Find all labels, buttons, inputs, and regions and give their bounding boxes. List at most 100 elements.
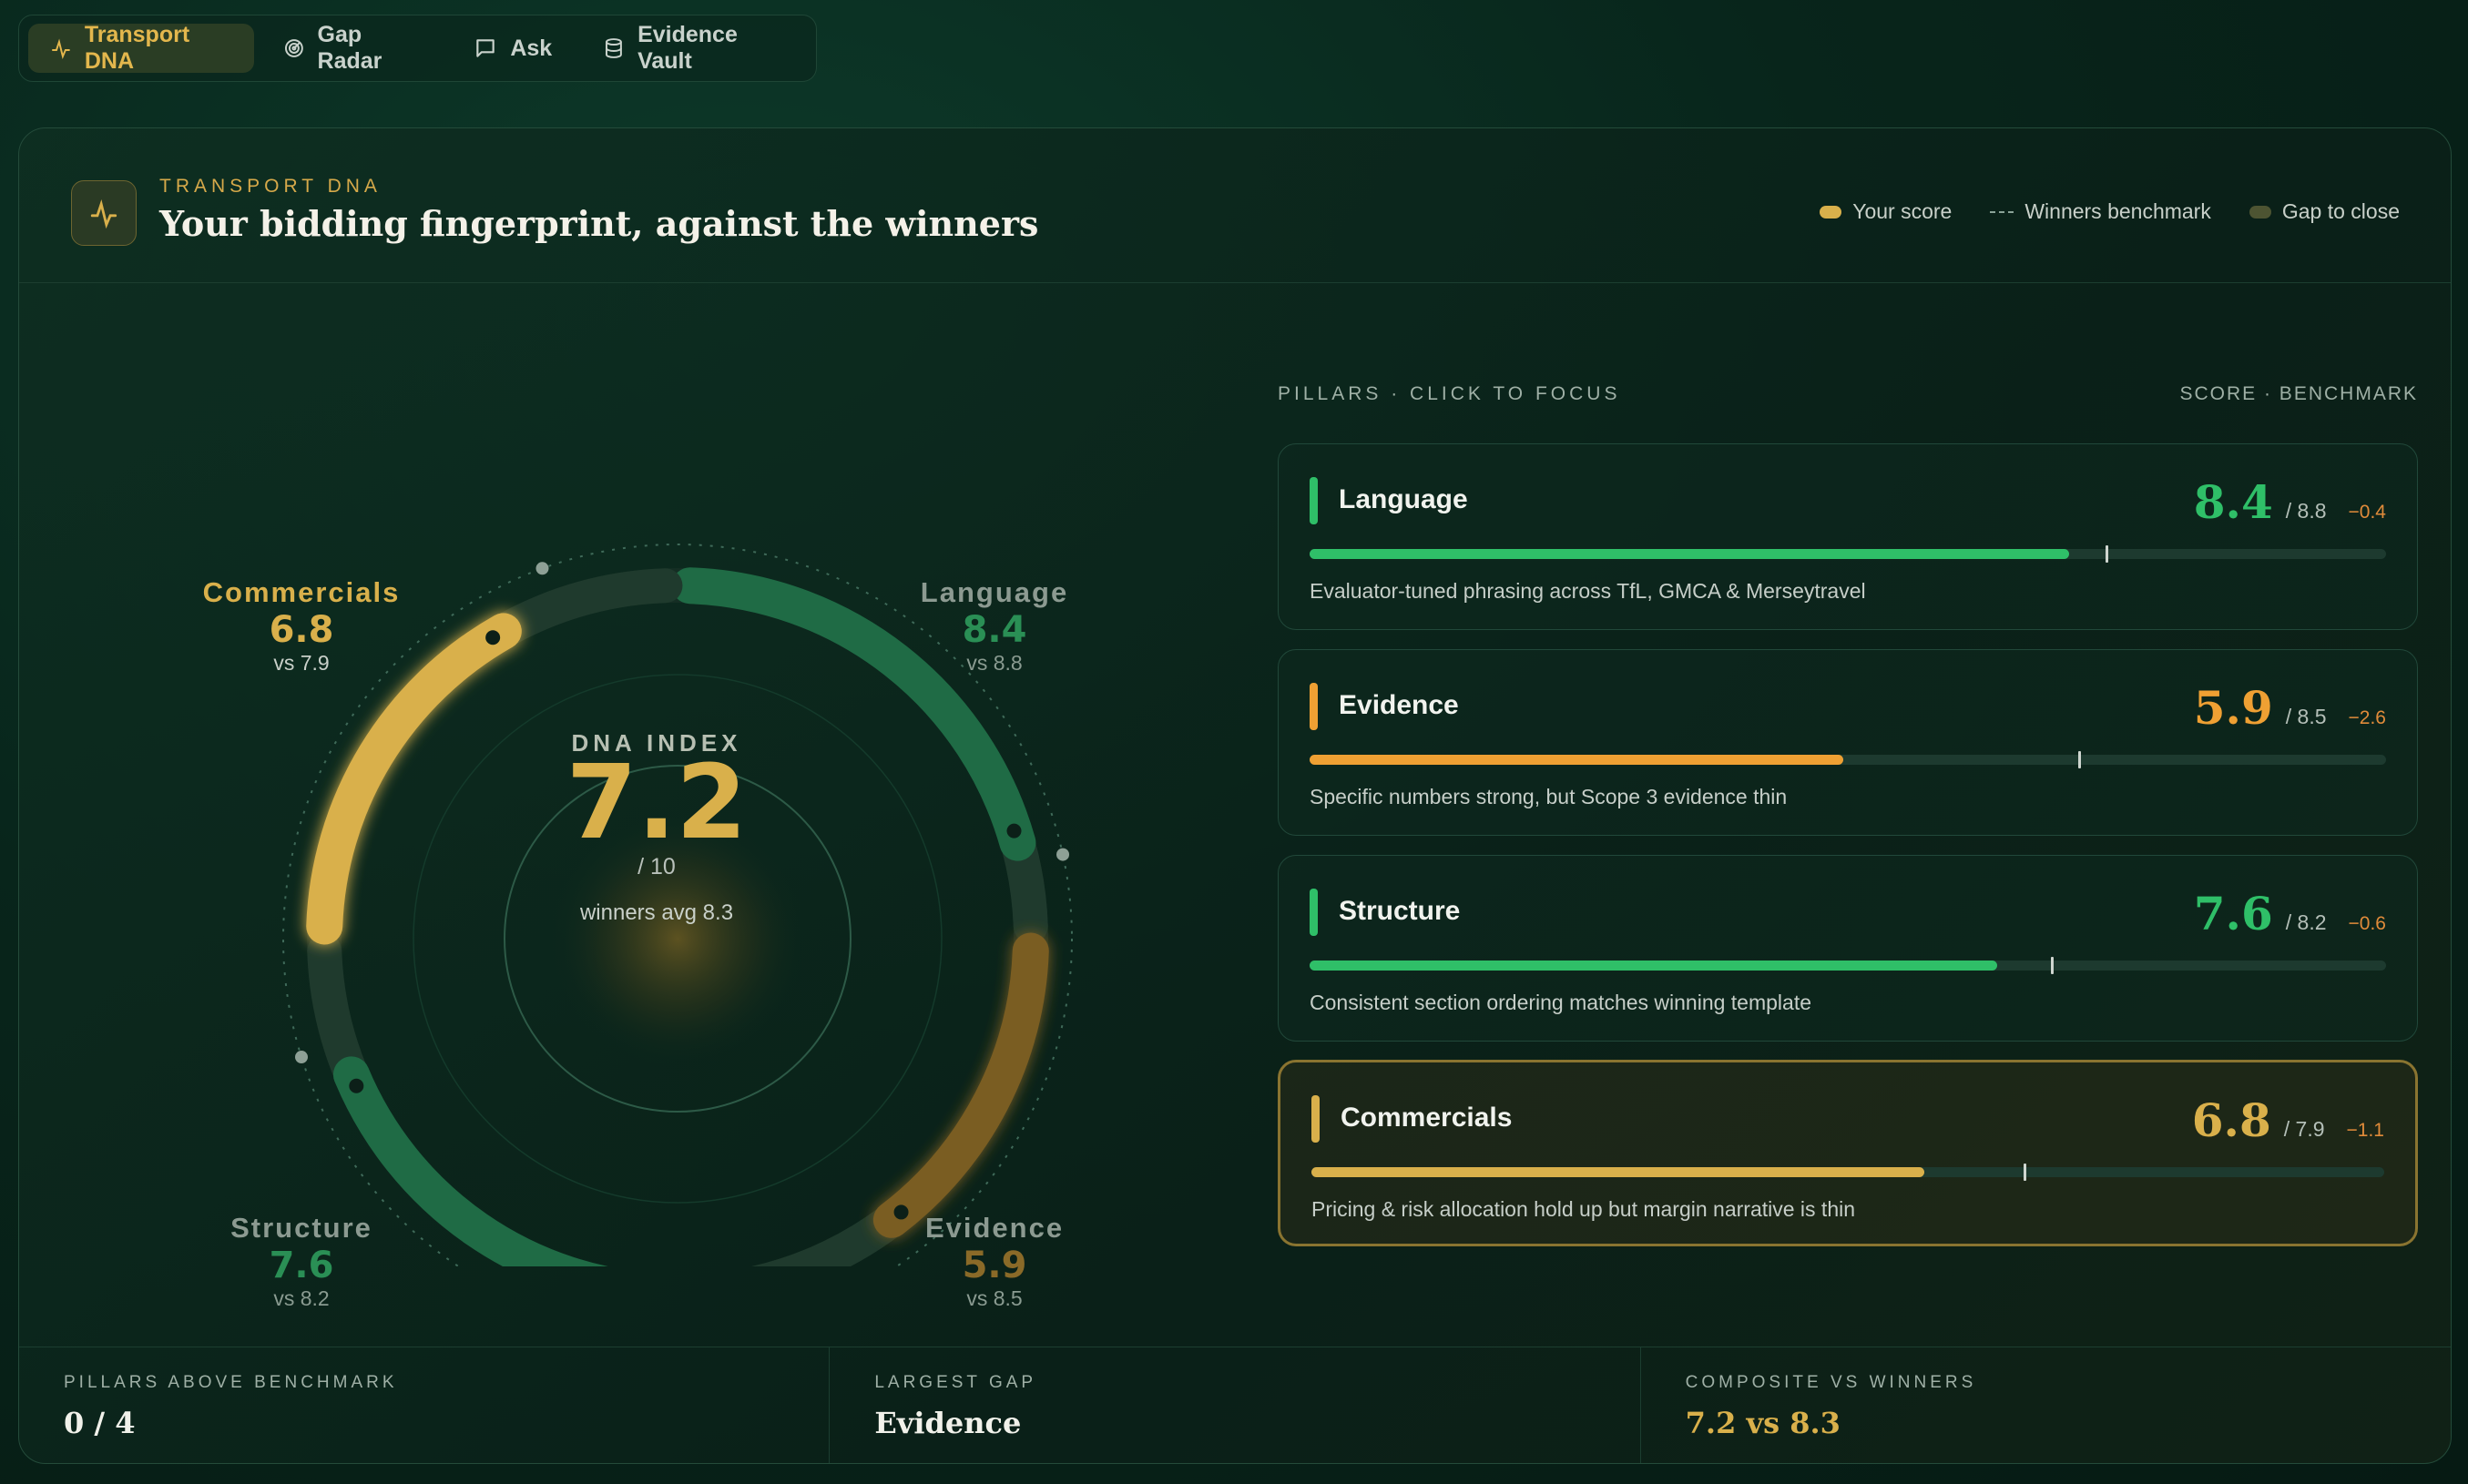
pillar-track [1311,1164,2384,1181]
pillar-name: Structure [1339,896,1461,926]
pillar-score-value: 8.4 [2193,475,2273,529]
legend-swatch [2249,205,2271,219]
ring-label-vs: vs 8.5 [966,1286,1023,1310]
benchmark-tick [2051,957,2055,974]
summary-footer: PILLARS ABOVE BENCHMARK 0 / 4 LARGEST GA… [19,1347,2451,1463]
pillar-name: Language [1339,484,1468,514]
pillar-score: 6.8 / 7.9 −1.1 [2192,1093,2384,1147]
pillars-header-right: SCORE · BENCHMARK [2179,383,2418,404]
pillar-score: 8.4 / 8.8 −0.4 [2194,475,2386,529]
benchmark-tick [2077,751,2081,768]
tab-transport-dna[interactable]: Transport DNA [28,22,254,74]
pillar-track [1310,545,2386,563]
dna-index-center: DNA INDEX 7.2 / 10 winners avg 8.3 [497,729,816,926]
dna-panel: TRANSPORT DNA Your bidding fingerprint, … [18,127,2452,1464]
tab-ask[interactable]: Ask [452,24,574,73]
pillar-accent [1311,1095,1320,1143]
stat-value: Evidence [874,1406,1022,1440]
legend-label: Your score [1852,199,1953,223]
score-marker-language [1006,823,1022,839]
pillar-desc: Evaluator-tuned phrasing across TfL, GMC… [1310,579,1866,603]
ring-label-name: Commercials [202,576,401,608]
ring-label-name: Structure [230,1212,372,1244]
pillar-gap: −0.4 [2348,502,2386,523]
benchmark-tick [2023,1164,2026,1181]
pillar-card-structure[interactable]: Structure 7.6 / 8.2 −0.6 Consistent section … [1278,855,2418,1042]
ring-label-value: 5.9 [962,1245,1027,1286]
pillar-desc: Pricing & risk allocation hold up but ma… [1311,1197,1856,1221]
winners-avg: winners avg 8.3 [579,900,734,925]
stat-value: 0 / 4 [64,1406,136,1440]
stat-label: LARGEST GAP [874,1373,1037,1392]
panel-header: TRANSPORT DNA Your bidding fingerprint, … [19,128,2451,283]
pillar-gap: −2.6 [2348,707,2386,728]
score-marker-structure [349,1078,364,1093]
pillar-desc: Specific numbers strong, but Scope 3 evi… [1310,785,1788,808]
benchmark-dot-structure [294,1051,308,1064]
pillar-fill [1310,549,2070,559]
score-marker-commercials [485,630,501,645]
legend-label: Winners benchmark [2024,199,2211,223]
tab-label: Transport DNA [84,22,190,74]
ring-label-name: Evidence [924,1212,1065,1244]
ring-label-language[interactable]: Language 8.4 vs 8.8 [885,576,1104,676]
tab-gap-radar[interactable]: Gap Radar [261,22,445,74]
pillar-accent [1310,683,1318,730]
pillar-track [1310,751,2386,768]
ring-label-structure[interactable]: Structure 7.6 vs 8.2 [192,1212,411,1311]
pillar-name: Commercials [1341,1103,1513,1133]
stat-label: PILLARS ABOVE BENCHMARK [64,1373,398,1392]
top-nav: Transport DNA Gap Radar Ask Evidence Vau… [18,15,817,82]
pillar-benchmark: / 8.8 [2285,499,2327,523]
stat-pillars-above: PILLARS ABOVE BENCHMARK 0 / 4 [19,1347,831,1463]
dna-icon [51,38,70,60]
legend-swatch [1820,205,1842,219]
ring-label-vs: vs 8.8 [966,651,1023,675]
stat-composite: COMPOSITE VS WINNERS 7.2 vs 8.3 [1641,1347,2451,1463]
header-icon-box [71,180,137,246]
pillar-card-evidence[interactable]: Evidence 5.9 / 8.5 −2.6 Specific numbers str… [1278,649,2418,836]
pillar-score: 5.9 / 8.5 −2.6 [2194,681,2386,735]
pillar-score: 7.6 / 8.2 −0.6 [2194,887,2386,940]
pillar-track [1310,957,2386,974]
pillar-fill [1310,961,1997,971]
tab-label: Ask [510,35,553,61]
pillar-accent [1310,477,1318,524]
legend-swatch [1990,210,2014,213]
pillar-score-value: 5.9 [2193,681,2273,735]
legend-winners-benchmark: Winners benchmark [1990,199,2211,224]
radar-icon [284,39,303,57]
benchmark-dot-language [1056,848,1070,861]
pillar-gap: −1.1 [2346,1120,2384,1141]
pillar-benchmark: / 7.9 [2283,1117,2325,1141]
tab-label: Evidence Vault [637,22,738,74]
legend-label: Gap to close [2281,199,2400,223]
database-icon [606,38,623,58]
dna-icon [90,199,117,229]
ring-label-value: 6.8 [269,609,334,651]
benchmark-dot-commercials [535,562,549,575]
ring-label-evidence[interactable]: Evidence 5.9 vs 8.5 [885,1212,1104,1311]
ring-label-commercials[interactable]: Commercials 6.8 vs 7.9 [192,576,411,676]
pillar-card-commercials[interactable]: Commercials 6.8 / 7.9 −1.1 Pricing & risk al… [1278,1060,2418,1246]
dna-index-value: 7.2 [566,744,748,862]
pillar-score-value: 7.6 [2193,887,2273,940]
pillar-card-language[interactable]: Language 8.4 / 8.8 −0.4 Evaluator-tuned phra… [1278,443,2418,630]
ring-label-value: 7.6 [269,1245,334,1286]
ring-label-vs: vs 7.9 [273,651,330,675]
stat-largest-gap: LARGEST GAP Evidence [830,1347,1641,1463]
ring-label-vs: vs 8.2 [273,1286,330,1310]
stat-value: 7.2 vs 8.3 [1685,1406,1841,1440]
score-arc-evidence[interactable] [872,932,1049,1238]
pillar-benchmark: / 8.2 [2285,910,2327,934]
tab-evidence-vault[interactable]: Evidence Vault [581,22,807,74]
legend-your-score: Your score [1820,199,1952,224]
pillars-header: PILLARS · CLICK TO FOCUS SCORE · BENCHMA… [1278,383,2418,405]
pillar-accent [1310,889,1318,936]
pillar-benchmark: / 8.5 [2285,705,2327,728]
chat-icon [476,39,495,57]
pillar-gap: −0.6 [2348,913,2386,934]
pillar-fill [1311,1167,1924,1177]
legend: Your score Winners benchmark Gap to clos… [1820,199,2400,224]
header-eyebrow: TRANSPORT DNA [159,176,382,197]
